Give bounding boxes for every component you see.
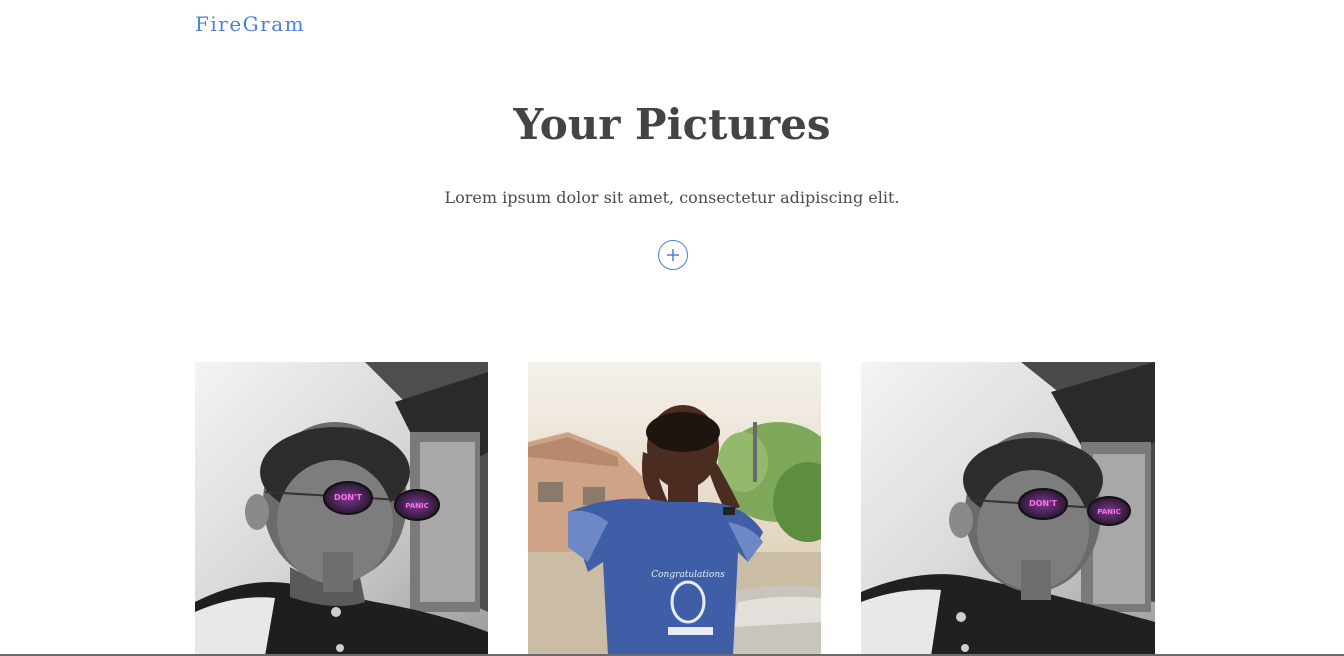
add-picture-button[interactable] [658,240,688,270]
svg-text:DON'T: DON'T [334,493,363,502]
portrait-image: DON'T PANIC [195,362,488,656]
svg-text:PANIC: PANIC [1097,508,1121,516]
page: FireGram Your Pictures Lorem ipsum dolor… [0,0,1344,656]
portrait-image: Congratulations [528,362,821,656]
svg-text:Congratulations: Congratulations [651,570,725,580]
page-title: Your Pictures [513,100,831,149]
svg-text:DON'T: DON'T [1029,499,1058,508]
plus-icon [666,248,680,262]
picture-grid: DON'T PANIC Congratulations DON'T PANIC [0,0,1344,656]
portrait-image: DON'T PANIC [861,362,1155,656]
page-subtitle: Lorem ipsum dolor sit amet, consectetur … [444,188,900,207]
picture-card[interactable]: Congratulations [528,362,821,656]
svg-text:PANIC: PANIC [405,502,429,510]
picture-card[interactable]: DON'T PANIC [195,362,488,656]
logo-link[interactable]: FireGram [195,12,305,36]
picture-card[interactable]: DON'T PANIC [861,362,1155,656]
